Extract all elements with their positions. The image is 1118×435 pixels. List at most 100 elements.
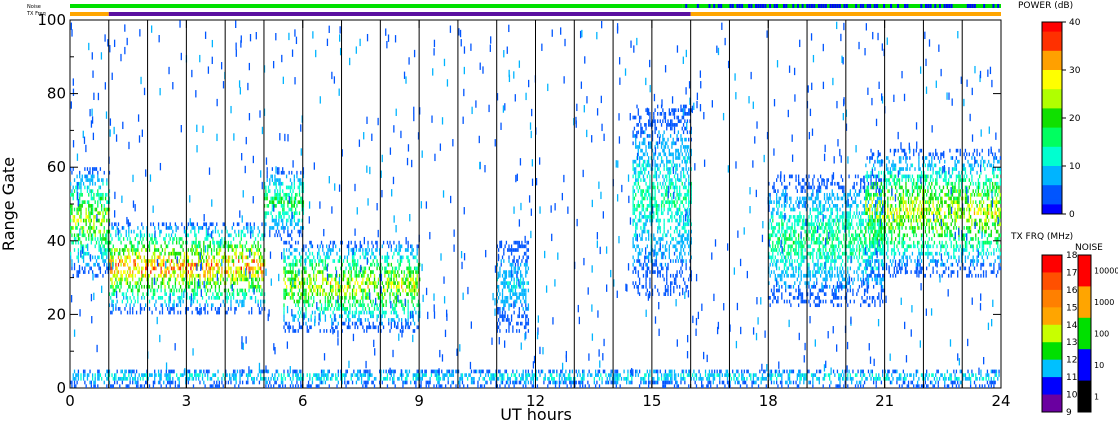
echo-cell <box>289 266 292 271</box>
echo-cell <box>794 281 796 285</box>
echo-cell <box>203 222 205 227</box>
echo-cell <box>117 270 120 274</box>
echo-cell <box>382 288 385 293</box>
echo-cell <box>681 181 683 186</box>
echo-cell <box>772 240 774 245</box>
echo-cell <box>348 321 350 326</box>
echo-cell <box>778 215 780 219</box>
echo-cell <box>788 218 791 223</box>
echo-cell <box>287 325 289 330</box>
echo-cell <box>684 196 686 201</box>
echo-cell <box>296 273 298 278</box>
echo-cell <box>675 204 677 208</box>
echo-cell <box>832 244 835 249</box>
echo-cell <box>305 321 307 326</box>
echo-cell <box>227 240 230 245</box>
echo-cell <box>526 270 528 274</box>
echo-cell <box>790 262 792 267</box>
echo-cell <box>657 211 659 216</box>
echo-cell <box>327 248 329 252</box>
echo-cell <box>790 196 792 201</box>
echo-cell <box>178 251 180 256</box>
echo-cell <box>790 237 792 241</box>
echo-cell <box>217 310 219 315</box>
echo-cell <box>344 299 346 304</box>
echo-cell <box>770 200 773 204</box>
echo-cell <box>786 270 788 274</box>
echo-cell <box>102 259 104 263</box>
echo-cell <box>377 307 380 311</box>
echo-cell <box>150 288 152 293</box>
echo-cell <box>646 185 648 190</box>
echo-cell <box>324 255 327 260</box>
echo-cell <box>637 112 639 116</box>
echo-cell <box>116 299 118 304</box>
echo-cell <box>111 284 113 289</box>
echo-cell <box>128 229 130 234</box>
echo-cell <box>247 226 249 230</box>
echo-cell <box>181 296 183 300</box>
echo-cell <box>154 303 156 308</box>
echo-cell <box>792 215 795 219</box>
echo-cell <box>298 307 301 311</box>
echo-cell <box>254 284 257 289</box>
echo-cell <box>654 185 656 190</box>
echo-cell <box>642 167 645 171</box>
echo-cell <box>513 277 515 282</box>
echo-cell <box>333 259 336 263</box>
echo-cell <box>72 226 74 230</box>
echo-cell <box>201 281 204 285</box>
echo-cell <box>82 218 85 223</box>
echo-cell <box>332 321 334 326</box>
echo-cell <box>267 185 270 190</box>
echo-cell <box>677 207 680 212</box>
echo-cell <box>79 174 81 179</box>
echo-cell <box>785 284 787 289</box>
echo-cell <box>329 248 332 252</box>
echo-cell <box>827 255 830 260</box>
echo-cell <box>685 178 687 182</box>
echo-cell <box>289 296 292 300</box>
echo-cell <box>673 229 676 234</box>
echo-cell <box>84 266 86 271</box>
echo-cell <box>796 259 798 263</box>
echo-cell <box>97 262 99 267</box>
echo-cell <box>776 211 778 216</box>
echo-cell <box>275 178 277 182</box>
echo-cell <box>80 192 82 197</box>
echo-cell <box>666 185 668 190</box>
echo-cell <box>659 262 661 267</box>
echo-cell <box>662 266 664 271</box>
echo-cell <box>813 273 815 278</box>
echo-cell <box>364 248 367 252</box>
echo-cell <box>116 266 118 271</box>
echo-cell <box>181 237 183 241</box>
echo-cell <box>203 307 205 311</box>
echo-cell <box>283 307 285 311</box>
echo-cell <box>684 237 686 241</box>
echo-cell <box>371 251 373 256</box>
echo-cell <box>137 233 139 238</box>
echo-cell <box>669 215 672 219</box>
echo-cell <box>273 196 275 201</box>
echo-cell <box>376 248 378 252</box>
echo-cell <box>230 303 232 308</box>
echo-cell <box>632 130 634 135</box>
echo-cell <box>309 273 311 278</box>
echo-cell <box>831 299 833 304</box>
echo-cell <box>659 229 661 234</box>
echo-cell <box>306 281 308 285</box>
echo-cell <box>799 266 801 271</box>
echo-cell <box>389 270 391 274</box>
echo-cell <box>391 318 394 322</box>
echo-cell <box>366 329 368 333</box>
noise-strip-mark <box>836 4 839 8</box>
echo-cell <box>818 181 820 186</box>
echo-cell <box>319 259 321 263</box>
echo-cell <box>207 251 209 256</box>
echo-cell <box>235 255 237 260</box>
echo-cell <box>86 262 89 267</box>
echo-cell <box>150 237 152 241</box>
echo-cell <box>646 163 648 168</box>
echo-cell <box>101 240 103 245</box>
